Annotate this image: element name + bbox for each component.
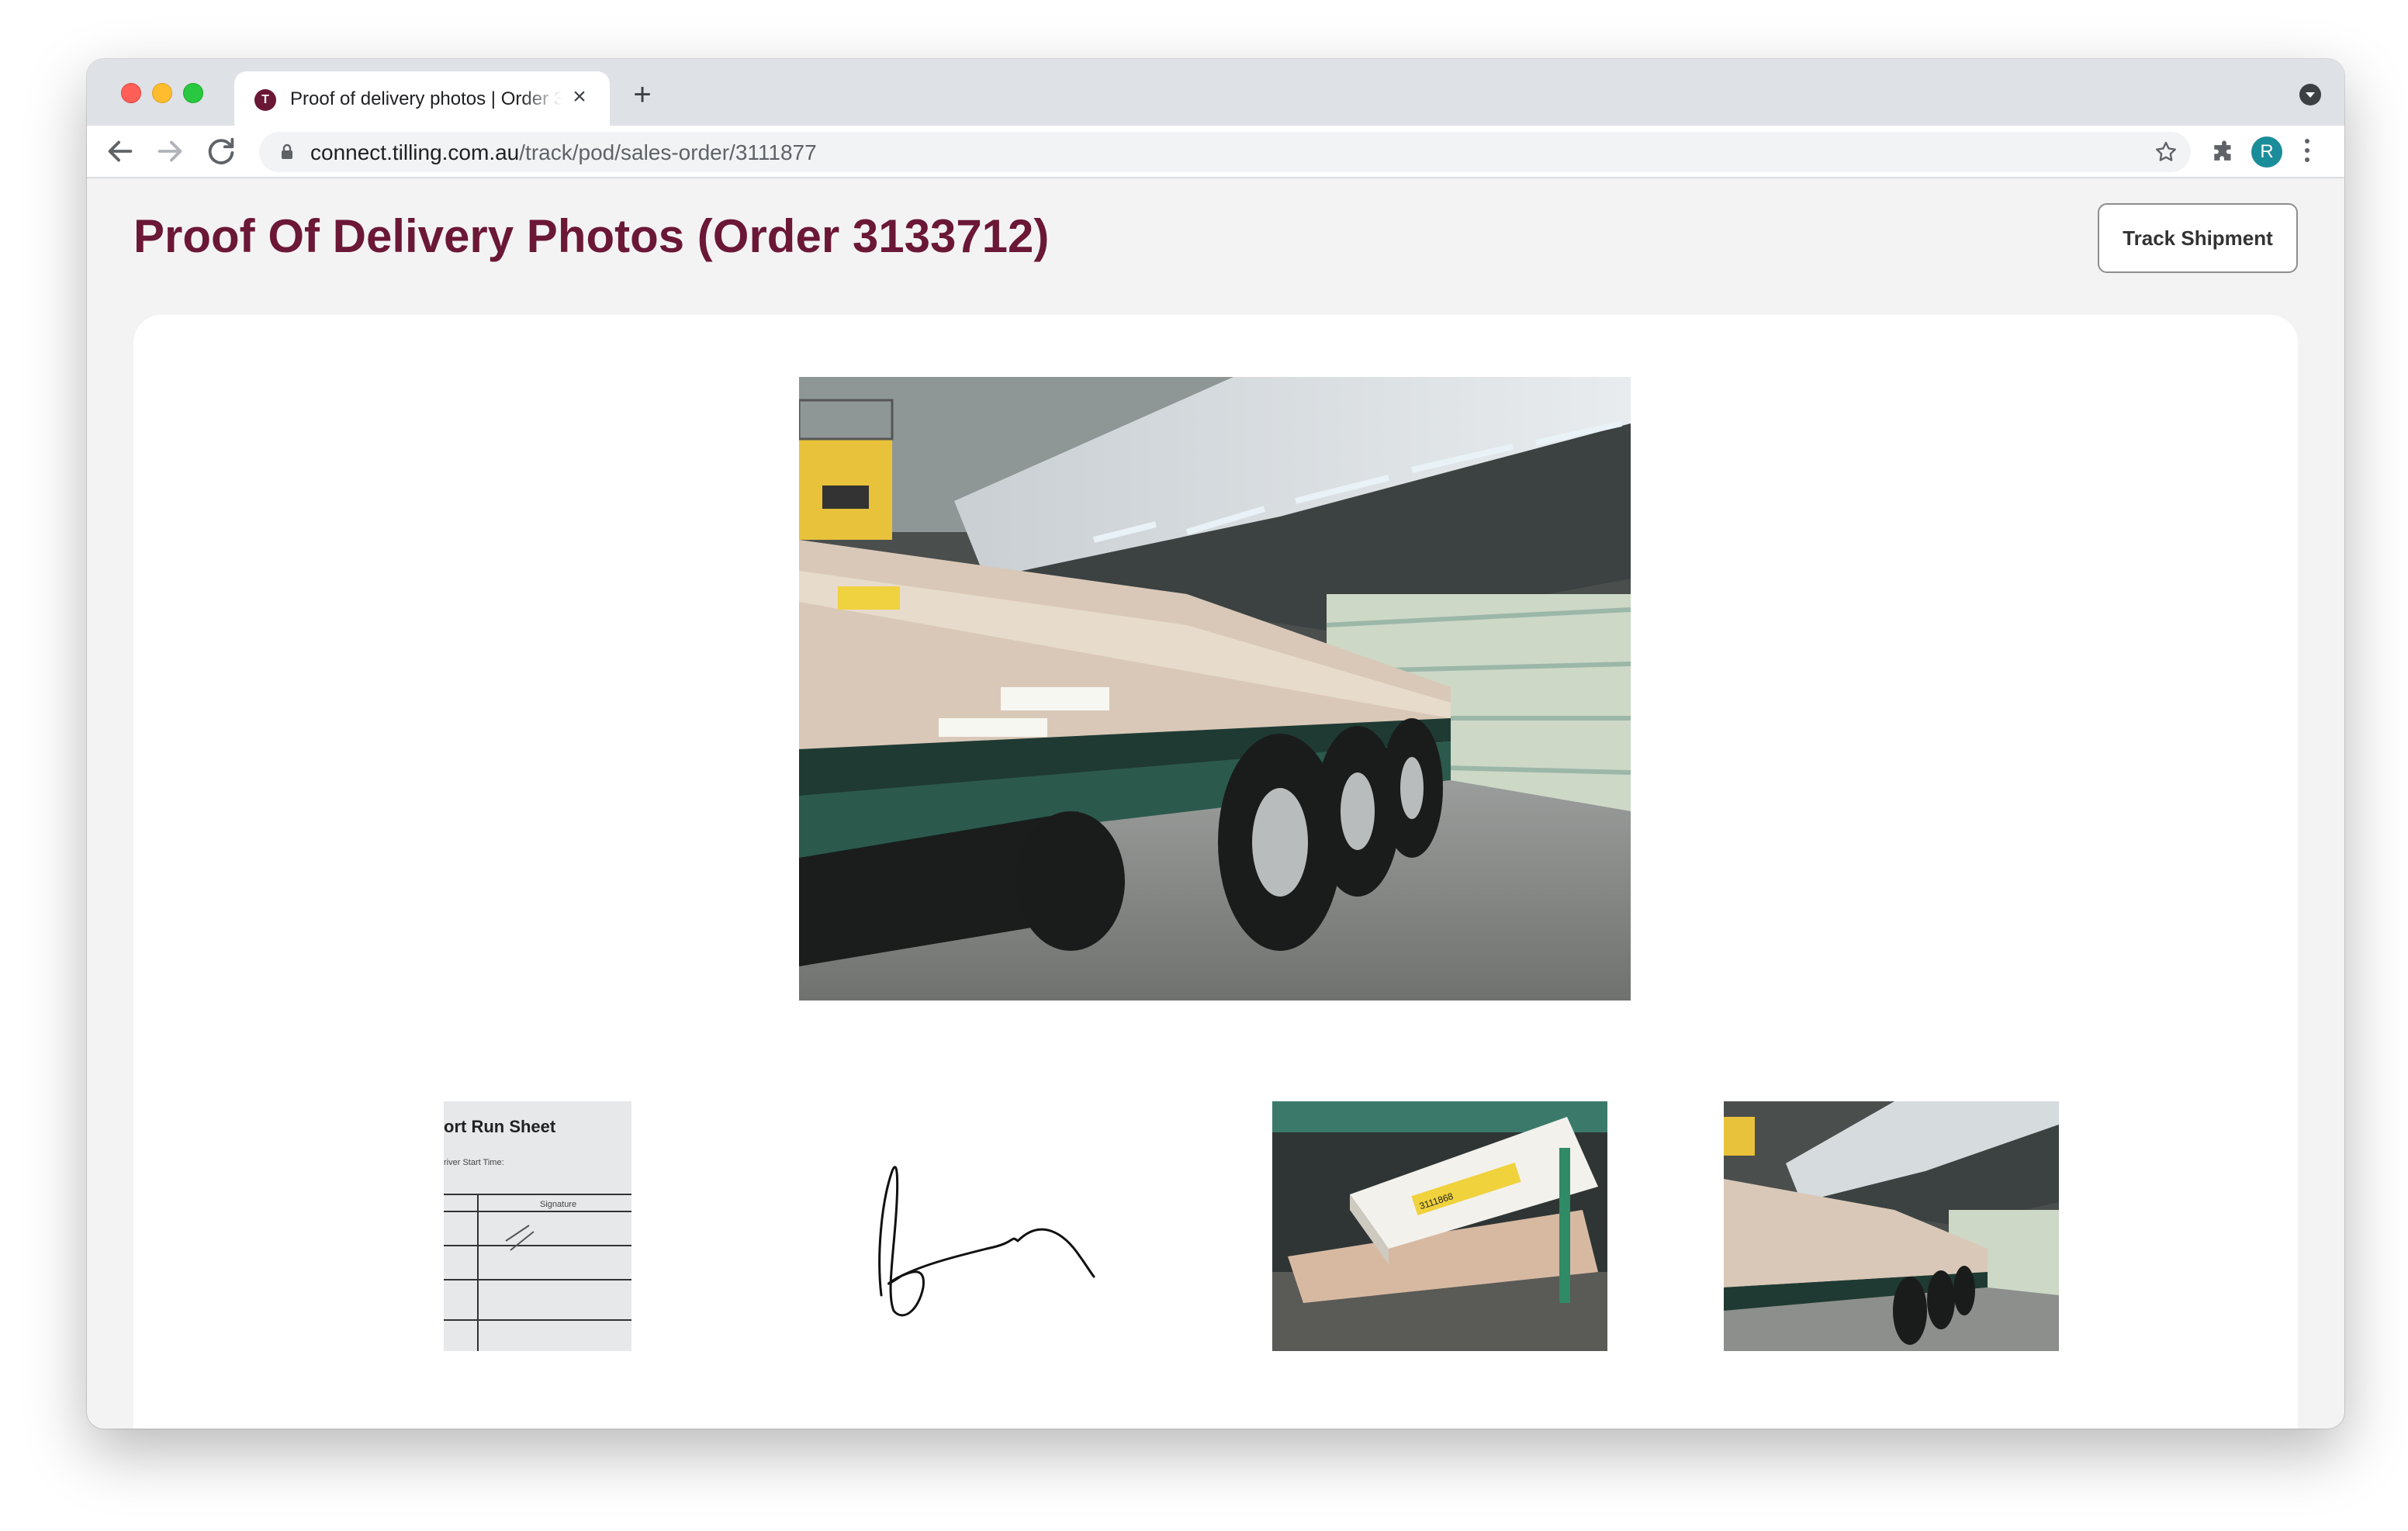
forward-arrow-icon[interactable] bbox=[152, 133, 188, 169]
tab-search-icon[interactable] bbox=[2299, 84, 2321, 105]
photo-gallery-card: ort Run Sheet river Start Time: Signatur… bbox=[133, 315, 2298, 1429]
browser-toolbar: connect.tilling.com.au/track/pod/sales-o… bbox=[87, 126, 2344, 178]
signature-image[interactable] bbox=[832, 1101, 1188, 1351]
browser-window: T Proof of delivery photos | Order 31337… bbox=[87, 59, 2344, 1429]
run-sheet-driver-label: river Start Time: bbox=[444, 1158, 504, 1167]
browser-titlebar: T Proof of delivery photos | Order 31337… bbox=[87, 59, 2344, 126]
site-favicon-icon: T bbox=[254, 89, 276, 111]
run-sheet-signature-column: Signature bbox=[540, 1200, 576, 1209]
track-shipment-button[interactable]: Track Shipment bbox=[2098, 203, 2298, 273]
maximize-window-button[interactable] bbox=[183, 83, 203, 103]
url-text: connect.tilling.com.au/track/pod/sales-o… bbox=[310, 140, 817, 165]
page-content: Proof Of Delivery Photos (Order 3133712)… bbox=[87, 178, 2344, 1429]
extensions-icon[interactable] bbox=[2211, 140, 2237, 166]
profile-avatar[interactable]: R bbox=[2251, 137, 2282, 168]
address-bar[interactable]: connect.tilling.com.au/track/pod/sales-o… bbox=[259, 132, 2191, 172]
back-arrow-icon[interactable] bbox=[102, 133, 138, 169]
minimize-window-button[interactable] bbox=[152, 83, 172, 103]
lock-icon[interactable] bbox=[278, 143, 296, 161]
run-sheet-heading: ort Run Sheet bbox=[444, 1117, 556, 1136]
menu-icon[interactable] bbox=[2299, 137, 2315, 168]
reload-icon[interactable] bbox=[203, 133, 239, 169]
package-photo-thumbnail[interactable]: 3111868 bbox=[1272, 1101, 1607, 1351]
star-icon[interactable] bbox=[2154, 140, 2178, 164]
tab-title: Proof of delivery photos | Order 3133712 bbox=[290, 88, 562, 109]
url-domain: connect.tilling.com.au bbox=[310, 140, 520, 164]
run-sheet-photo-thumbnail[interactable]: ort Run Sheet river Start Time: Signatur… bbox=[444, 1101, 631, 1351]
url-path: /track/pod/sales-order/3111877 bbox=[519, 140, 817, 164]
plus-icon[interactable]: + bbox=[627, 79, 658, 110]
close-icon[interactable]: × bbox=[568, 85, 591, 109]
truck-photo-thumbnail[interactable] bbox=[1724, 1101, 2059, 1351]
main-delivery-photo[interactable] bbox=[799, 377, 1631, 1001]
close-window-button[interactable] bbox=[121, 83, 141, 103]
browser-tab[interactable]: T Proof of delivery photos | Order 31337… bbox=[234, 71, 610, 126]
page-title: Proof Of Delivery Photos (Order 3133712) bbox=[133, 210, 1050, 262]
